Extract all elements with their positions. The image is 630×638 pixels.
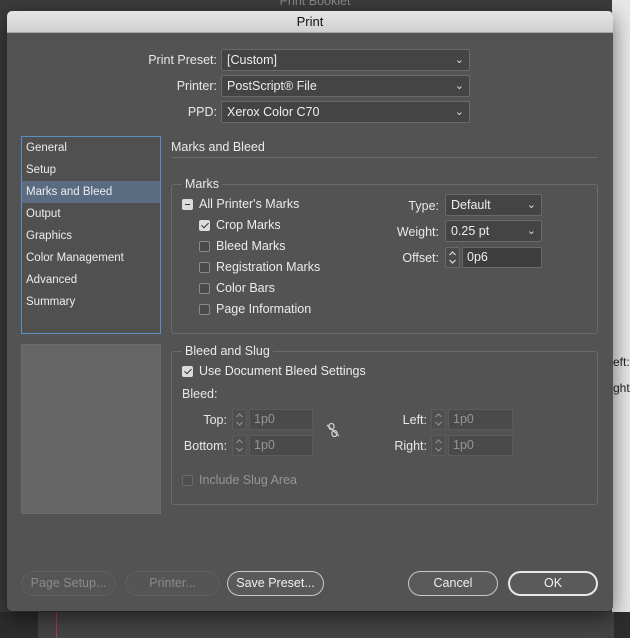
background-label-left: eft:: [613, 355, 630, 369]
checkbox-icon: [182, 474, 193, 486]
registration-marks-label: Registration Marks: [216, 260, 321, 274]
offset-stepper[interactable]: [445, 247, 460, 268]
color-bars-label: Color Bars: [216, 281, 276, 295]
print-preset-label: Print Preset:: [148, 53, 217, 67]
registration-marks-checkbox[interactable]: Registration Marks: [199, 260, 320, 274]
bleed-bottom-stepper[interactable]: [232, 435, 247, 456]
checkbox-mixed-icon: [182, 198, 193, 210]
chain-link-icon[interactable]: [325, 422, 341, 441]
category-item-color-management[interactable]: Color Management: [22, 247, 160, 269]
category-item-general[interactable]: General: [22, 137, 160, 159]
all-printers-marks-checkbox[interactable]: All Printer's Marks: [182, 197, 299, 211]
section-title: Marks and Bleed: [171, 140, 265, 154]
bleed-bottom-label: Bottom:: [183, 439, 227, 453]
cancel-button[interactable]: Cancel: [408, 571, 498, 596]
include-slug-label: Include Slug Area: [199, 473, 297, 487]
chevron-down-icon: ⌄: [454, 106, 464, 118]
all-printers-marks-label: All Printer's Marks: [199, 197, 300, 211]
type-value: Default: [451, 198, 491, 212]
dialog-title: Print: [7, 11, 613, 33]
stepper-arrows-icon: [435, 413, 442, 426]
weight-value: 0.25 pt: [451, 224, 490, 238]
background-label-right: ght:: [613, 381, 630, 395]
weight-label: Weight:: [396, 225, 439, 239]
use-document-bleed-checkbox[interactable]: Use Document Bleed Settings: [182, 364, 366, 378]
bleed-left-stepper[interactable]: [431, 409, 446, 430]
background-window-title: Print Booklet: [279, 0, 351, 8]
bleed-top-label: Top:: [203, 413, 227, 427]
color-bars-checkbox[interactable]: Color Bars: [199, 281, 275, 295]
ppd-value: Xerox Color C70: [227, 105, 320, 119]
checkbox-checked-icon: [182, 365, 193, 377]
background-canvas: [0, 612, 630, 638]
crop-marks-label: Crop Marks: [216, 218, 281, 232]
category-item-summary[interactable]: Summary: [22, 291, 160, 313]
ppd-select[interactable]: Xerox Color C70 ⌄: [221, 101, 470, 123]
category-item-advanced[interactable]: Advanced: [22, 269, 160, 291]
page-setup-button[interactable]: Page Setup...: [21, 571, 116, 596]
bleed-left-label: Left:: [402, 413, 427, 427]
bleed-right-field[interactable]: 1p0: [448, 435, 513, 456]
printer-select[interactable]: PostScript® File ⌄: [221, 75, 470, 97]
checkbox-icon: [199, 261, 210, 273]
bleed-top-stepper[interactable]: [232, 409, 247, 430]
print-preset-value: [Custom]: [227, 53, 278, 67]
page-preview: [21, 344, 161, 514]
bleed-marks-checkbox[interactable]: Bleed Marks: [199, 239, 285, 253]
category-item-graphics[interactable]: Graphics: [22, 225, 160, 247]
page-information-checkbox[interactable]: Page Information: [199, 302, 311, 316]
bleed-top-field[interactable]: 1p0: [249, 409, 313, 430]
save-preset-button[interactable]: Save Preset...: [227, 571, 324, 596]
checkbox-icon: [199, 282, 210, 294]
offset-label: Offset:: [402, 251, 439, 265]
category-list[interactable]: General Setup Marks and Bleed Output Gra…: [21, 136, 161, 334]
bleed-left-field[interactable]: 1p0: [448, 409, 513, 430]
use-document-bleed-label: Use Document Bleed Settings: [199, 364, 366, 378]
crop-marks-checkbox[interactable]: Crop Marks: [199, 218, 281, 232]
stepper-arrows-icon: [435, 439, 442, 452]
print-dialog: Print Print Preset: [Custom] ⌄ Printer: …: [7, 11, 613, 611]
background-panel: eft: ght:: [612, 0, 630, 638]
stepper-arrows-icon: [236, 439, 243, 452]
chevron-down-icon: ⌄: [454, 54, 464, 66]
checkbox-icon: [199, 303, 210, 315]
bleed-bottom-field[interactable]: 1p0: [249, 435, 313, 456]
category-item-setup[interactable]: Setup: [22, 159, 160, 181]
bleed-right-stepper[interactable]: [431, 435, 446, 456]
bleed-label: Bleed:: [182, 387, 218, 401]
stepper-arrows-icon: [236, 413, 243, 426]
chevron-down-icon: ⌄: [526, 225, 536, 237]
checkbox-icon: [199, 240, 210, 252]
bleed-right-label: Right:: [394, 439, 427, 453]
checkbox-checked-icon: [199, 219, 210, 231]
print-preset-select[interactable]: [Custom] ⌄: [221, 49, 470, 71]
stepper-arrows-icon: [449, 251, 456, 264]
category-item-marks-and-bleed[interactable]: Marks and Bleed: [22, 181, 160, 203]
bleed-marks-label: Bleed Marks: [216, 239, 286, 253]
printer-value: PostScript® File: [227, 79, 317, 93]
page-information-label: Page Information: [216, 302, 312, 316]
section-divider: [171, 157, 598, 158]
type-label: Type:: [408, 199, 439, 213]
marks-group-title: Marks: [182, 177, 223, 191]
chevron-down-icon: ⌄: [526, 199, 536, 211]
include-slug-checkbox[interactable]: Include Slug Area: [182, 473, 297, 487]
offset-field[interactable]: 0p6: [462, 247, 542, 268]
chevron-down-icon: ⌄: [454, 80, 464, 92]
printer-button[interactable]: Printer...: [125, 571, 220, 596]
ok-button[interactable]: OK: [508, 571, 598, 596]
printer-label: Printer:: [176, 79, 217, 93]
bleed-slug-group-title: Bleed and Slug: [182, 344, 273, 358]
weight-select[interactable]: 0.25 pt ⌄: [445, 220, 542, 242]
category-item-output[interactable]: Output: [22, 203, 160, 225]
type-select[interactable]: Default ⌄: [445, 194, 542, 216]
ppd-label: PPD:: [187, 105, 217, 119]
